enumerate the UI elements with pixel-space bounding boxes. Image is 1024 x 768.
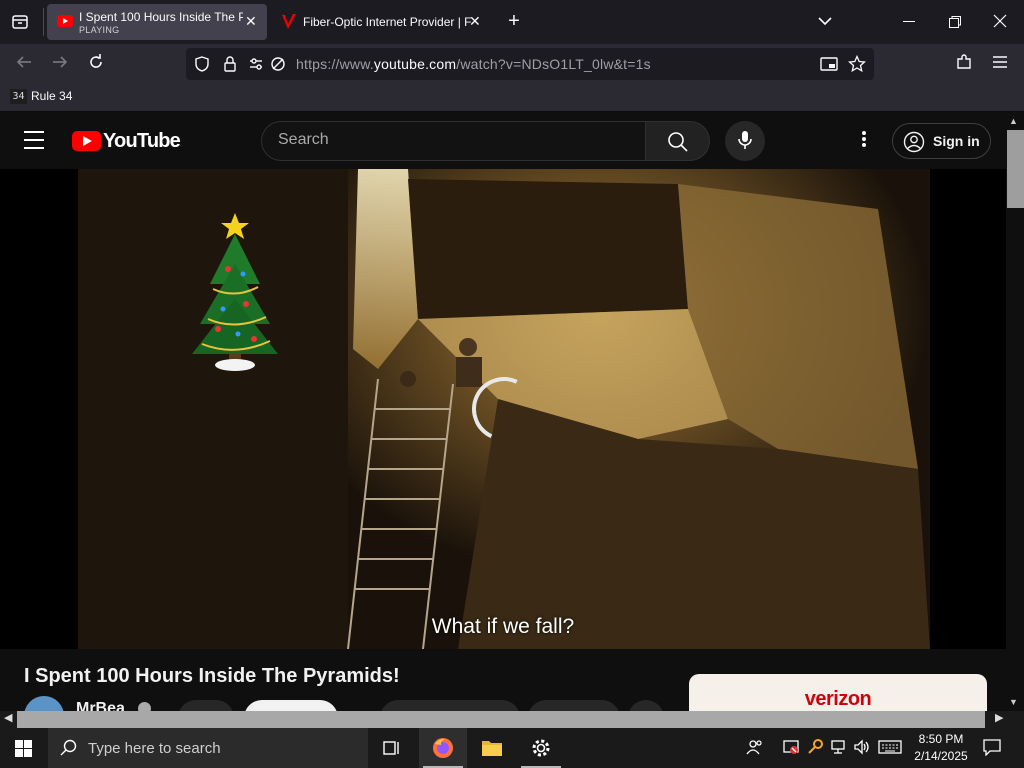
network-icon[interactable] bbox=[830, 738, 848, 759]
close-window-icon[interactable] bbox=[993, 14, 1007, 33]
clock-time[interactable]: 8:50 PM bbox=[910, 732, 972, 746]
reload-icon[interactable] bbox=[84, 52, 108, 76]
minimize-window-icon[interactable] bbox=[903, 21, 915, 22]
scroll-up-arrow-icon[interactable]: ▲ bbox=[1009, 116, 1018, 126]
url-text[interactable]: https://www.youtube.com/watch?v=NDsO1LT_… bbox=[296, 56, 651, 72]
scroll-right-arrow-icon[interactable]: ▶ bbox=[995, 711, 1003, 724]
lock-icon[interactable] bbox=[222, 55, 238, 78]
youtube-header: YouTube Sign in bbox=[0, 113, 1006, 169]
tracking-protection-shield-icon[interactable] bbox=[194, 56, 210, 77]
tab-youtube[interactable]: I Spent 100 Hours Inside The Py PLAYING … bbox=[47, 4, 267, 40]
bookmark-item[interactable]: 34 Rule 34 bbox=[10, 89, 73, 105]
settings-taskbar-button[interactable] bbox=[517, 728, 565, 768]
bookmark-label: Rule 34 bbox=[31, 89, 73, 103]
ad-brand-logo: verizon bbox=[804, 688, 872, 710]
security-alert-icon[interactable] bbox=[782, 738, 800, 759]
sign-in-button[interactable]: Sign in bbox=[892, 123, 991, 159]
youtube-favicon-icon bbox=[57, 15, 73, 27]
video-caption: What if we fall? bbox=[431, 615, 575, 638]
taskbar-search-placeholder: Type here to search bbox=[88, 740, 221, 757]
extensions-puzzle-icon[interactable] bbox=[952, 52, 976, 76]
scrollbar-thumb[interactable] bbox=[1007, 130, 1024, 208]
autoplay-blocked-icon[interactable] bbox=[270, 56, 286, 77]
windows-logo-icon bbox=[15, 740, 32, 757]
close-tab-icon[interactable]: ✕ bbox=[245, 13, 257, 30]
channel-avatar[interactable] bbox=[24, 696, 64, 711]
video-player[interactable]: What if we fall? bbox=[0, 169, 1006, 649]
sign-in-label: Sign in bbox=[933, 133, 980, 149]
url-prefix: https://www. bbox=[296, 56, 374, 72]
people-icon[interactable] bbox=[746, 738, 764, 759]
url-path: /watch?v=NDsO1LT_0lw&t=1s bbox=[456, 56, 651, 72]
video-title: I Spent 100 Hours Inside The Pyramids! bbox=[24, 665, 400, 687]
search-icon bbox=[60, 739, 77, 756]
url-domain: youtube.com bbox=[373, 56, 457, 72]
scroll-down-arrow-icon[interactable]: ▼ bbox=[1009, 697, 1018, 707]
file-explorer-taskbar-button[interactable] bbox=[468, 728, 516, 768]
search-icon bbox=[668, 132, 688, 152]
video-info-section: I Spent 100 Hours Inside The Pyramids! M… bbox=[0, 649, 1006, 711]
permissions-icon[interactable] bbox=[248, 56, 266, 77]
task-view-button[interactable] bbox=[368, 728, 416, 768]
horizontal-scrollbar-thumb[interactable] bbox=[17, 711, 985, 728]
new-tab-icon[interactable]: + bbox=[503, 10, 525, 32]
close-tab-icon[interactable]: ✕ bbox=[469, 13, 481, 30]
youtube-wordmark: YouTube bbox=[103, 130, 181, 152]
browser-navigation-bar: https://www.youtube.com/watch?v=NDsO1LT_… bbox=[0, 44, 1024, 84]
tab-playing-status: PLAYING bbox=[79, 25, 120, 35]
restore-window-icon[interactable] bbox=[948, 15, 962, 34]
forward-arrow-icon[interactable] bbox=[48, 52, 72, 76]
more-actions-button[interactable] bbox=[628, 700, 664, 711]
back-arrow-icon[interactable] bbox=[12, 52, 36, 76]
sponsored-ad-card[interactable]: verizon bbox=[689, 674, 987, 711]
start-button[interactable] bbox=[0, 728, 48, 768]
taskbar-search-box[interactable]: Type here to search bbox=[48, 728, 368, 768]
share-button[interactable] bbox=[528, 700, 620, 711]
settings-more-icon[interactable] bbox=[852, 129, 876, 153]
notifications-icon[interactable] bbox=[982, 738, 1002, 759]
christmas-tree-decoration-icon bbox=[192, 213, 278, 371]
volume-icon[interactable] bbox=[853, 738, 871, 759]
tab-verizon[interactable]: Fiber-Optic Internet Provider | F ✕ bbox=[271, 4, 491, 40]
bookmark-star-icon[interactable] bbox=[847, 54, 867, 78]
list-all-tabs-chevron-icon[interactable] bbox=[816, 12, 834, 35]
scroll-left-arrow-icon[interactable]: ◀ bbox=[4, 711, 12, 724]
gear-icon bbox=[532, 739, 550, 757]
task-view-icon bbox=[383, 741, 399, 755]
subscribe-button[interactable] bbox=[244, 700, 338, 711]
windows-taskbar: Type here to search 8:50 PM 2/14/2025 bbox=[0, 728, 1024, 768]
app-menu-hamburger-icon[interactable] bbox=[988, 52, 1012, 76]
search-button[interactable] bbox=[646, 121, 710, 161]
key-app-icon[interactable] bbox=[807, 738, 825, 759]
browser-tab-bar: I Spent 100 Hours Inside The Py PLAYING … bbox=[0, 0, 1024, 44]
picture-in-picture-icon[interactable] bbox=[820, 56, 838, 77]
voice-search-button[interactable] bbox=[725, 121, 765, 161]
search-box[interactable] bbox=[261, 121, 646, 161]
firefox-icon bbox=[433, 738, 453, 758]
tab-title: I Spent 100 Hours Inside The Py bbox=[79, 10, 243, 24]
microphone-icon bbox=[738, 131, 752, 149]
youtube-play-logo-icon bbox=[72, 131, 101, 151]
channel-name[interactable]: MrBea bbox=[76, 700, 125, 711]
bookmark-favicon-icon: 34 bbox=[10, 89, 27, 105]
bookmarks-toolbar: 34 Rule 34 bbox=[0, 84, 1024, 112]
guide-menu-icon[interactable] bbox=[24, 131, 48, 151]
url-bar[interactable]: https://www.youtube.com/watch?v=NDsO1LT_… bbox=[186, 48, 874, 80]
folder-icon bbox=[482, 741, 502, 756]
clock-date[interactable]: 2/14/2025 bbox=[910, 749, 972, 763]
divider bbox=[43, 8, 44, 36]
firefox-taskbar-button[interactable] bbox=[419, 728, 467, 768]
search-input[interactable] bbox=[278, 131, 628, 149]
verified-badge-icon bbox=[138, 702, 151, 711]
account-circle-icon bbox=[903, 131, 925, 153]
like-dislike-button[interactable] bbox=[380, 700, 520, 711]
join-button[interactable] bbox=[178, 700, 234, 711]
tab-title: Fiber-Optic Internet Provider | F bbox=[303, 15, 472, 29]
touch-keyboard-icon[interactable] bbox=[878, 738, 902, 759]
tab-list-icon[interactable] bbox=[10, 12, 30, 32]
verizon-favicon-icon bbox=[281, 13, 297, 34]
